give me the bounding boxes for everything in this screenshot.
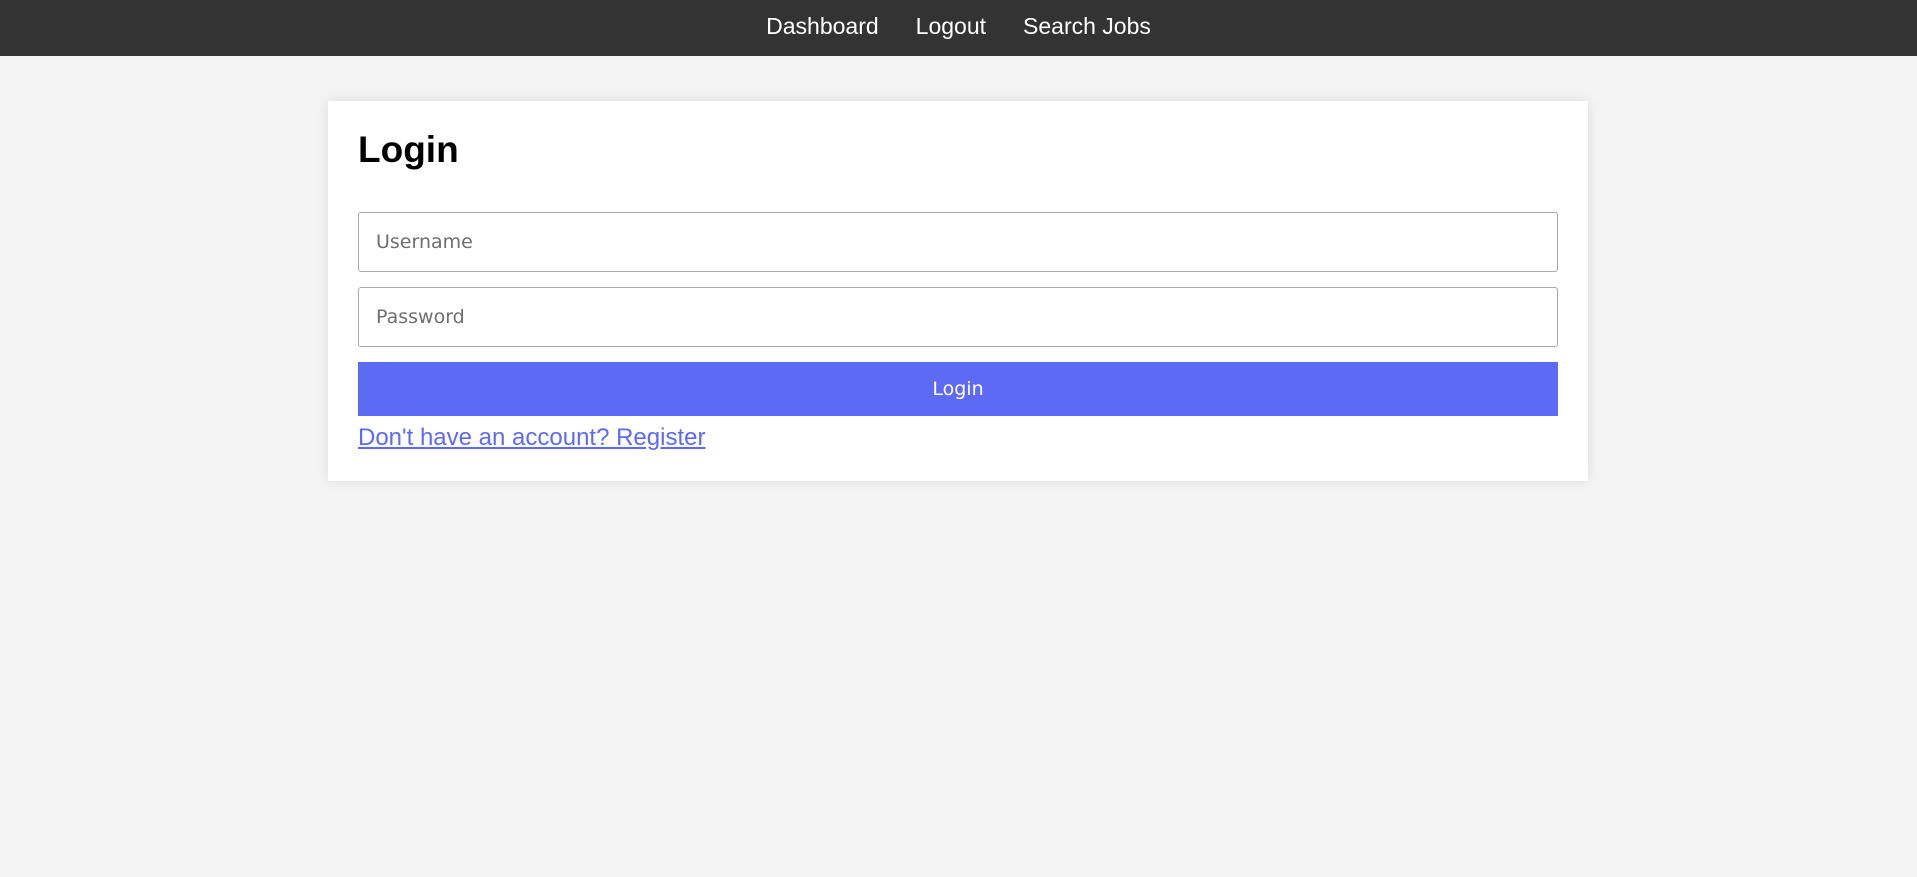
login-form: Login <box>358 212 1558 416</box>
page-title: Login <box>358 129 459 170</box>
login-button[interactable]: Login <box>358 362 1558 416</box>
register-link[interactable]: Don't have an account? Register <box>358 424 705 452</box>
login-card: Login Login Don't have an account? Regis… <box>328 101 1588 481</box>
nav-dashboard-link[interactable]: Dashboard <box>766 15 879 41</box>
top-navbar: Dashboard Logout Search Jobs <box>0 0 1917 56</box>
username-input[interactable] <box>358 212 1558 272</box>
nav-logout-link[interactable]: Logout <box>916 15 986 41</box>
nav-search-jobs-link[interactable]: Search Jobs <box>1023 15 1151 41</box>
password-input[interactable] <box>358 287 1558 347</box>
